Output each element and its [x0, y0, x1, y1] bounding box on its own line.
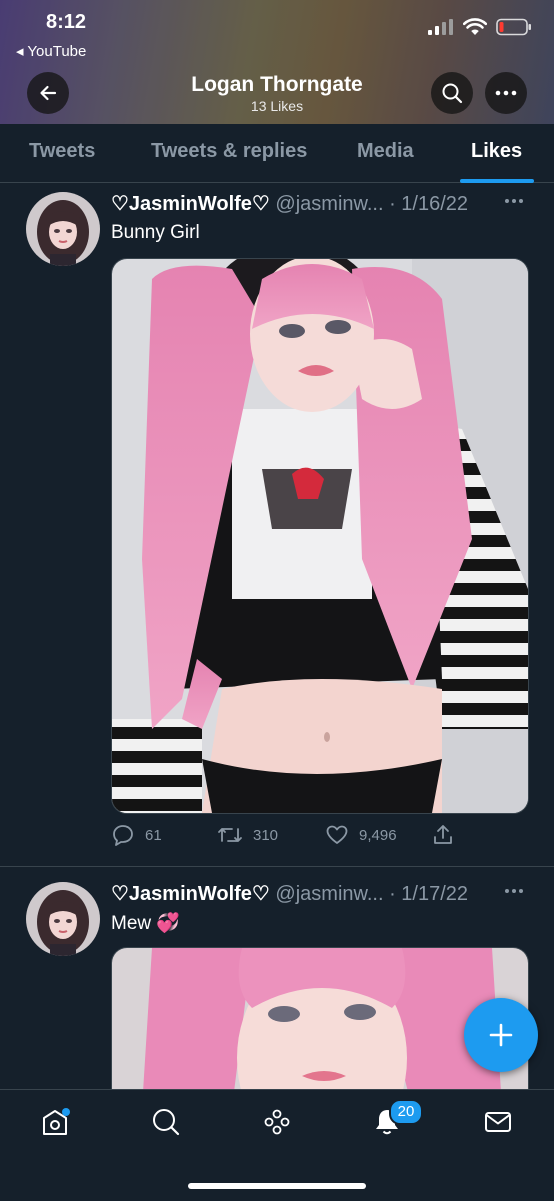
- more-options-button[interactable]: [485, 72, 527, 114]
- reply-count: 61: [145, 826, 162, 844]
- more-icon: [495, 90, 517, 96]
- retweet-count: 310: [253, 826, 279, 844]
- tweet-more-button[interactable]: [504, 884, 524, 903]
- retweet-button[interactable]: 310: [217, 823, 278, 847]
- tab-tweets[interactable]: Tweets: [29, 140, 95, 163]
- search-icon: [442, 83, 463, 104]
- status-time: 8:12: [46, 11, 87, 33]
- tab-likes[interactable]: Likes: [471, 140, 522, 163]
- tab-tweets-replies[interactable]: Tweets & replies: [151, 140, 307, 163]
- nav-messages[interactable]: [478, 1104, 518, 1140]
- tweet-media[interactable]: [111, 258, 529, 814]
- status-icons: [428, 18, 532, 36]
- like-count: 9,496: [359, 826, 397, 844]
- tweet-more-button[interactable]: [504, 194, 524, 213]
- heart-icon: [326, 825, 348, 844]
- battery-icon: [496, 18, 531, 36]
- more-icon: [505, 889, 523, 893]
- nav-explore[interactable]: [146, 1104, 186, 1140]
- compose-tweet-button[interactable]: [464, 998, 538, 1072]
- active-tab-indicator: [460, 179, 534, 183]
- search-icon: [153, 1109, 180, 1136]
- reply-icon: [113, 825, 133, 846]
- tweet-header: ♡JasminWolfe♡ @jasminw... · 1/16/22: [111, 191, 468, 216]
- search-button[interactable]: [431, 72, 473, 114]
- avatar-image: [26, 882, 100, 956]
- tab-media[interactable]: Media: [357, 140, 414, 163]
- nav-spaces[interactable]: [257, 1104, 297, 1140]
- plus-icon: [489, 1023, 513, 1047]
- signal-icon: [428, 19, 453, 35]
- notifications-badge: 20: [389, 1099, 423, 1125]
- tweet-divider: [0, 866, 554, 867]
- handle-and-date[interactable]: @jasminw... · 1/17/22: [275, 883, 468, 905]
- share-icon: [434, 825, 452, 844]
- like-button[interactable]: 9,496: [325, 823, 397, 847]
- share-button[interactable]: [431, 823, 455, 847]
- display-name[interactable]: ♡JasminWolfe♡: [111, 193, 270, 215]
- profile-tabs: Tweets Tweets & replies Media Likes: [0, 124, 554, 183]
- tweet-photo: [112, 259, 528, 813]
- nav-home[interactable]: [35, 1104, 75, 1140]
- wifi-icon: [463, 18, 487, 35]
- avatar-image: [26, 192, 100, 266]
- home-icon: [43, 1108, 70, 1135]
- mail-icon: [485, 1112, 511, 1132]
- tweet-header: ♡JasminWolfe♡ @jasminw... · 1/17/22: [111, 881, 468, 906]
- spaces-icon: [264, 1109, 290, 1135]
- avatar[interactable]: [26, 192, 100, 266]
- handle-and-date[interactable]: @jasminw... · 1/16/22: [275, 193, 468, 215]
- tweet-text: Mew 💞: [111, 913, 181, 934]
- reply-button[interactable]: 61: [111, 823, 162, 847]
- more-icon: [505, 199, 523, 203]
- tweet-text: Bunny Girl: [111, 222, 200, 243]
- back-to-app-link[interactable]: ◂ YouTube: [16, 42, 86, 60]
- retweet-icon: [218, 828, 242, 842]
- tweet-actions: 61 310 9,496: [111, 823, 471, 851]
- avatar[interactable]: [26, 882, 100, 956]
- home-indicator: [188, 1183, 366, 1189]
- display-name[interactable]: ♡JasminWolfe♡: [111, 883, 270, 905]
